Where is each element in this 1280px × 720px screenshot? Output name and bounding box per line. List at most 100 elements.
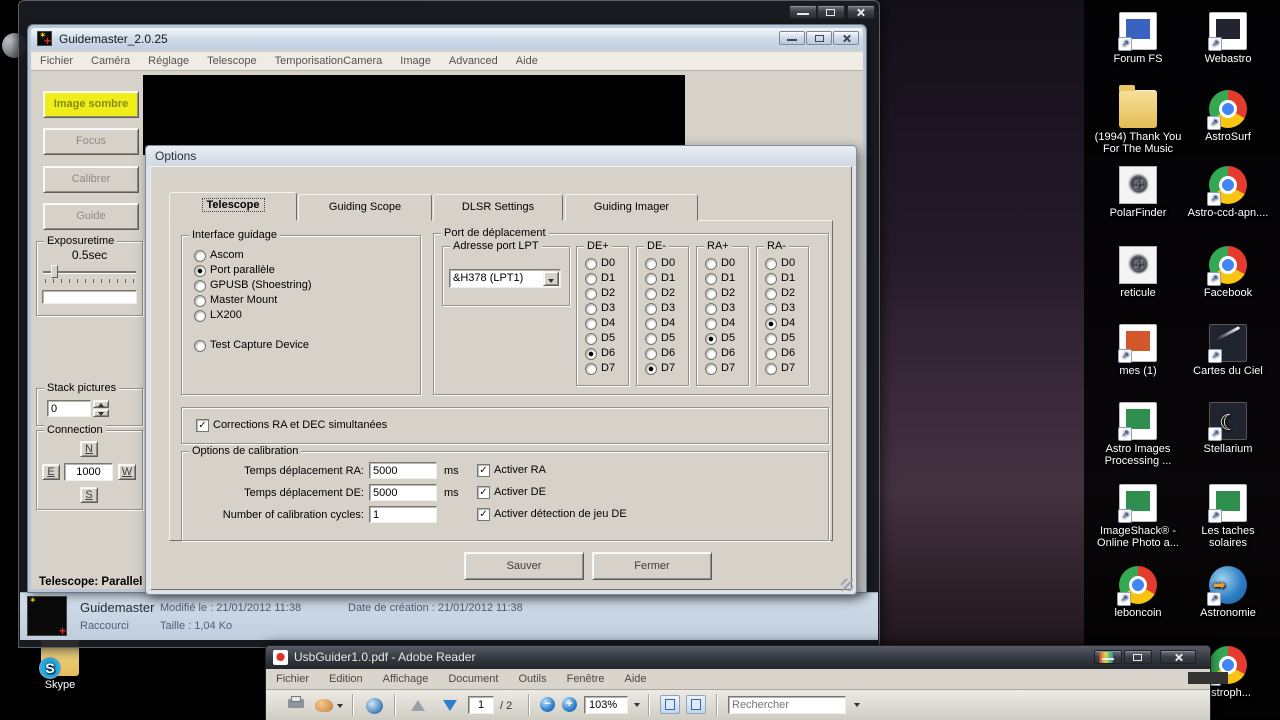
lpt-address-combobox[interactable]: &H378 (LPT1) [449,269,561,288]
menu-camera[interactable]: Caméra [82,55,139,67]
radio-ra-plus-d6[interactable]: D6 [705,347,735,360]
radio-ra-minus-d3[interactable]: D3 [765,302,795,315]
radio-ra-plus-d5[interactable]: D5 [705,332,735,345]
previous-page-button[interactable] [406,694,430,716]
radio-de-plus-d5[interactable]: D5 [585,332,615,345]
explorer-maximize-button[interactable] [817,5,845,19]
menu-fenetre[interactable]: Fenêtre [557,673,615,685]
menu-image[interactable]: Image [391,55,440,67]
dark-frame-button[interactable]: Image sombre [43,91,139,118]
radio-ra-minus-d4[interactable]: D4 [765,317,795,330]
radio-de-minus-d6[interactable]: D6 [645,347,675,360]
tab-dlsr-settings[interactable]: DLSR Settings [433,194,563,221]
radio-de-minus-d5[interactable]: D5 [645,332,675,345]
stack-count-input[interactable] [47,400,91,417]
adobe-close-button[interactable] [1160,650,1196,664]
radio-ra-plus-d0[interactable]: D0 [705,257,735,270]
print-button[interactable] [284,694,308,716]
desktop-icon-polarfinder[interactable]: ⊕ PolarFinder [1094,166,1182,219]
radio-ra-minus-d6[interactable]: D6 [765,347,795,360]
menu-telescope[interactable]: Telescope [198,55,266,67]
ra-move-time-input[interactable] [369,462,437,479]
menu-fichier[interactable]: Fichier [31,55,82,67]
stack-spin-down[interactable] [93,409,109,417]
radio-de-plus-d3[interactable]: D3 [585,302,615,315]
radio-ra-minus-d7[interactable]: D7 [765,362,795,375]
corrections-checkbox[interactable]: Corrections RA et DEC simultanées [196,419,387,432]
guidemaster-close-button[interactable] [833,31,859,45]
radio-de-plus-d1[interactable]: D1 [585,272,615,285]
desktop-icon-mes[interactable]: mes (1) [1094,324,1182,377]
desktop-icon-astrosurf[interactable]: AstroSurf [1184,90,1272,143]
radio-ra-plus-d3[interactable]: D3 [705,302,735,315]
menu-affichage[interactable]: Affichage [373,673,439,685]
activate-de-checkbox[interactable]: Activer DE [477,486,546,499]
radio-de-minus-d0[interactable]: D0 [645,257,675,270]
tab-guiding-scope[interactable]: Guiding Scope [298,194,432,221]
radio-de-plus-d4[interactable]: D4 [585,317,615,330]
radio-ra-minus-d2[interactable]: D2 [765,287,795,300]
desktop-icon-astro-ccd-apn[interactable]: Astro-ccd-apn.... [1184,166,1272,219]
tab-telescope[interactable]: Telescope [169,192,297,221]
radio-ra-minus-d5[interactable]: D5 [765,332,795,345]
de-move-time-input[interactable] [369,484,437,501]
radio-de-plus-d7[interactable]: D7 [585,362,615,375]
calibrate-button[interactable]: Calibrer [43,166,139,193]
radio-ra-plus-d2[interactable]: D2 [705,287,735,300]
desktop-icon-astro-images-processing[interactable]: Astro Images Processing ... [1094,402,1182,467]
radio-test-capture-device[interactable]: Test Capture Device [194,339,309,352]
desktop-icon-webastro[interactable]: Webastro [1184,12,1272,65]
radio-ra-minus-d0[interactable]: D0 [765,257,795,270]
desktop-icon-facebook[interactable]: Facebook [1184,246,1272,299]
resize-grip[interactable] [841,579,853,591]
guidemaster-titlebar[interactable]: Guidemaster_2.0.25 [31,28,863,50]
north-button[interactable]: N [80,441,98,457]
radio-port-parallele[interactable]: Port parallèle [194,264,275,277]
zoom-level-combobox[interactable]: 103% [584,696,628,714]
radio-de-minus-d1[interactable]: D1 [645,272,675,285]
radio-ra-plus-d1[interactable]: D1 [705,272,735,285]
desktop-icon-astronomie[interactable]: Astronomie [1184,566,1272,619]
activate-ra-checkbox[interactable]: Activer RA [477,464,546,477]
radio-ra-plus-d7[interactable]: D7 [705,362,735,375]
radio-ascom[interactable]: Ascom [194,249,244,262]
desktop-icon-thank-you-folder[interactable]: (1994) Thank You For The Music [1094,85,1182,155]
menu-aide[interactable]: Aide [615,673,657,685]
save-button[interactable]: Sauver [464,552,584,580]
south-button[interactable]: S [80,487,98,503]
next-page-button[interactable] [438,694,462,716]
page-number-input[interactable] [468,696,494,714]
radio-de-minus-d3[interactable]: D3 [645,302,675,315]
guide-button[interactable]: Guide [43,203,139,230]
radio-master-mount[interactable]: Master Mount [194,294,277,307]
desktop-icon-leboncoin[interactable]: leboncoin [1094,566,1182,619]
tab-guiding-imager[interactable]: Guiding Imager [565,194,698,221]
collaborate-button[interactable] [362,694,386,716]
explorer-close-button[interactable] [847,5,875,19]
focus-button[interactable]: Focus [43,128,139,155]
document-close-button[interactable] [1178,672,1228,684]
radio-ra-plus-d4[interactable]: D4 [705,317,735,330]
desktop-icon-forum-fs[interactable]: Forum FS [1094,12,1182,65]
east-button[interactable]: E [42,464,60,480]
combo-dropdown-button[interactable] [543,271,559,286]
adobe-titlebar[interactable]: UsbGuider1.0.pdf - Adobe Reader [266,646,1210,669]
stack-spin-up[interactable] [93,400,109,408]
radio-ra-minus-d1[interactable]: D1 [765,272,795,285]
west-button[interactable]: W [118,464,136,480]
explorer-minimize-button[interactable] [789,5,817,19]
radio-de-minus-d2[interactable]: D2 [645,287,675,300]
menu-aide[interactable]: Aide [507,55,547,67]
radio-de-plus-d0[interactable]: D0 [585,257,615,270]
menu-document[interactable]: Document [438,673,508,685]
guidemaster-maximize-button[interactable] [806,31,832,45]
guidemaster-minimize-button[interactable] [779,31,805,45]
radio-de-plus-d6[interactable]: D6 [585,347,615,360]
fit-page-button[interactable] [686,695,706,714]
menu-temporisationcamera[interactable]: TemporisationCamera [266,55,392,67]
desktop-icon-reticule[interactable]: ⊕ reticule [1094,246,1182,299]
radio-lx200[interactable]: LX200 [194,309,242,322]
close-dialog-button[interactable]: Fermer [592,552,712,580]
adobe-maximize-button[interactable] [1124,650,1152,664]
zoom-out-button[interactable]: − [540,697,555,712]
